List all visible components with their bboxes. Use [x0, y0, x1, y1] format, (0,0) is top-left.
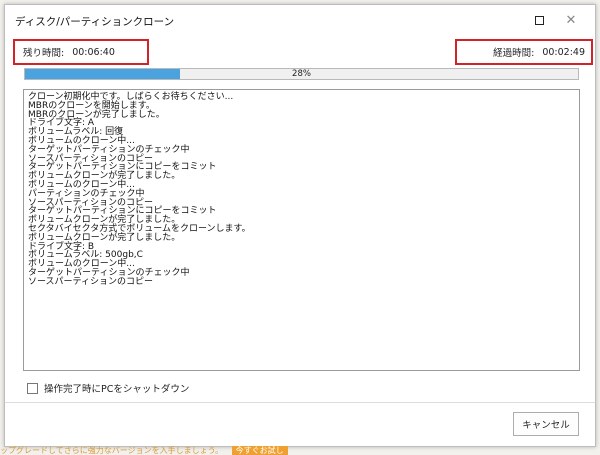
shutdown-checkbox[interactable] [27, 382, 38, 394]
progress-bar: 28% [24, 68, 579, 80]
title-bar: ディスク/パーティションクローン ✕ [5, 5, 595, 35]
close-button[interactable]: ✕ [561, 11, 581, 29]
elapsed-label: 経過時間: [493, 48, 535, 59]
log-line: MBRのクローンが完了しました。 [28, 109, 165, 120]
elapsed-value: 00:02:49 [542, 46, 585, 58]
shutdown-label: 操作完了時にPCをシャットダウン [44, 384, 190, 395]
elapsed-time: 経過時間: 00:02:49 [455, 39, 593, 65]
log-area[interactable]: クローン初期化中です。しばらくお待ちください... MBRのクローンを開始します。… [23, 89, 580, 371]
remaining-time: 残り時間: 00:06:40 [13, 39, 149, 65]
try-now-button[interactable]: 今すぐお試し [231, 446, 288, 455]
log-line: ボリュームクローンが完了しました。 [28, 232, 181, 243]
remaining-label: 残り時間: [23, 48, 65, 59]
upgrade-banner: ップグレードしてさらに強力なバージョンを入手しましょう。 今すぐお試し [0, 446, 600, 455]
progress-percent: 28% [292, 69, 311, 79]
log-line: ソースパーティションのコピー [28, 276, 154, 287]
cancel-button[interactable]: キャンセル [513, 412, 579, 436]
maximize-icon [534, 15, 544, 25]
window-title: ディスク/パーティションクローン [15, 16, 175, 28]
shutdown-option[interactable]: 操作完了時にPCをシャットダウン [27, 381, 189, 395]
divider [5, 402, 595, 403]
maximize-button[interactable] [529, 11, 549, 29]
clone-dialog: ディスク/パーティションクローン ✕ 残り時間: 00:06:40 経過時間: … [4, 4, 596, 447]
close-icon: ✕ [565, 12, 577, 28]
upgrade-text: ップグレードしてさらに強力なバージョンを入手しましょう。 [0, 446, 224, 455]
remaining-value: 00:06:40 [72, 46, 115, 58]
